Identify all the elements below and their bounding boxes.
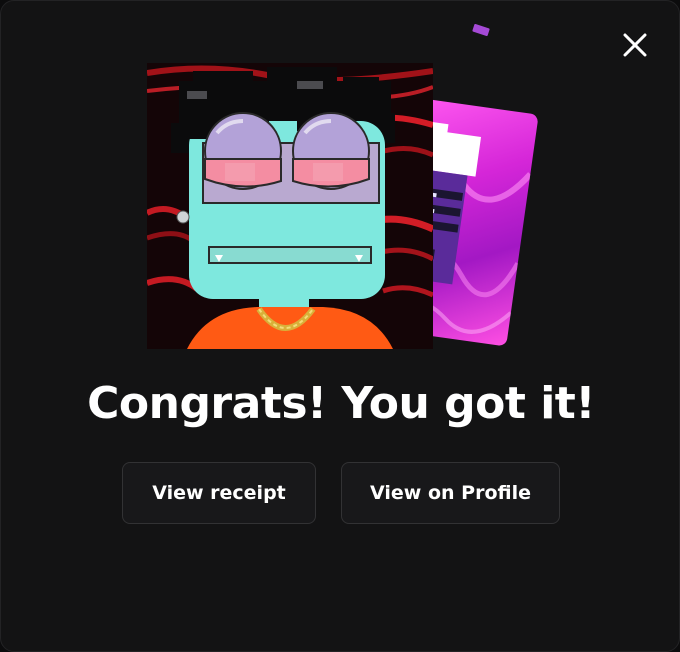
purchase-success-dialog: Congrats! You got it! View receipt View … [0,0,680,652]
view-receipt-label: View receipt [152,482,286,504]
nft-main-image [147,63,433,349]
success-heading: Congrats! You got it! [87,378,595,429]
nft-artwork-stack [1,1,679,361]
view-receipt-button[interactable]: View receipt [122,462,316,524]
view-on-profile-button[interactable]: View on Profile [341,462,560,524]
view-on-profile-label: View on Profile [370,482,531,504]
pixel-character-art [147,63,433,349]
